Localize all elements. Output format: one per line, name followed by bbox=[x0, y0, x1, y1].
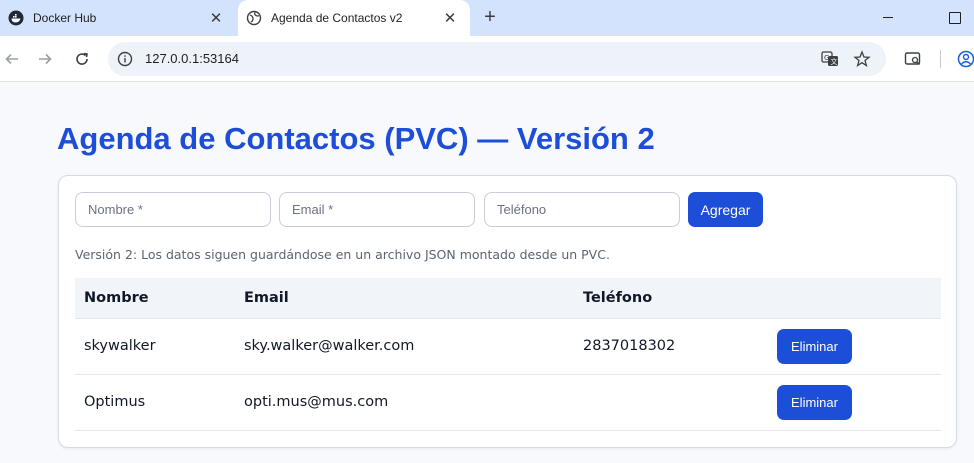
email-input[interactable] bbox=[279, 192, 475, 227]
contact-email: opti.mus@mus.com bbox=[244, 394, 389, 410]
page-title: Agenda de Contactos (PVC) — Versión 2 bbox=[57, 121, 655, 156]
docker-icon bbox=[8, 10, 24, 26]
toolbar-divider bbox=[940, 50, 941, 68]
reload-icon[interactable] bbox=[70, 47, 94, 71]
delete-button[interactable]: Eliminar bbox=[777, 329, 852, 364]
profile-icon[interactable] bbox=[956, 49, 974, 69]
header-email: Email bbox=[244, 290, 289, 306]
tab-agenda[interactable]: Agenda de Contactos v2 ✕ bbox=[238, 0, 470, 36]
header-phone: Teléfono bbox=[583, 290, 653, 306]
browser-tab-bar: Docker Hub ✕ Agenda de Contactos v2 ✕ + bbox=[0, 0, 974, 36]
tab-title: Agenda de Contactos v2 bbox=[271, 11, 403, 25]
address-bar[interactable]: 127.0.0.1:53164 G文 bbox=[108, 42, 886, 76]
table-header: Nombre Email Teléfono bbox=[75, 278, 941, 319]
globe-icon bbox=[246, 10, 262, 26]
delete-button[interactable]: Eliminar bbox=[777, 385, 852, 420]
site-info-icon[interactable] bbox=[117, 51, 133, 67]
table-row: Optimus opti.mus@mus.com Eliminar bbox=[75, 375, 941, 431]
new-tab-icon[interactable]: + bbox=[479, 6, 501, 28]
name-input[interactable] bbox=[75, 192, 271, 227]
tab-title: Docker Hub bbox=[33, 11, 97, 25]
close-tab-icon[interactable]: ✕ bbox=[206, 8, 226, 28]
table-row: skywalker sky.walker@walker.com 28370183… bbox=[75, 319, 941, 375]
back-icon[interactable] bbox=[0, 47, 24, 71]
search-tabs-icon[interactable] bbox=[903, 49, 923, 69]
contact-name: Optimus bbox=[84, 394, 146, 410]
contact-phone: 2837018302 bbox=[583, 338, 676, 354]
svg-text:G: G bbox=[824, 54, 829, 62]
contacts-table: Nombre Email Teléfono skywalker sky.walk… bbox=[75, 278, 941, 431]
minimize-icon[interactable] bbox=[878, 8, 898, 28]
header-name: Nombre bbox=[84, 290, 149, 306]
forward-icon[interactable] bbox=[33, 47, 57, 71]
phone-input[interactable] bbox=[484, 192, 680, 227]
version-note: Versión 2: Los datos siguen guardándose … bbox=[75, 247, 610, 262]
page-content: Agenda de Contactos (PVC) — Versión 2 Ag… bbox=[0, 83, 974, 463]
browser-toolbar: 127.0.0.1:53164 G文 bbox=[0, 36, 974, 82]
add-contact-button[interactable]: Agregar bbox=[688, 192, 763, 227]
close-tab-icon[interactable]: ✕ bbox=[440, 8, 460, 28]
contacts-card: Agregar Versión 2: Los datos siguen guar… bbox=[58, 175, 957, 448]
translate-icon[interactable]: G文 bbox=[821, 50, 839, 68]
contact-name: skywalker bbox=[84, 338, 156, 354]
svg-text:文: 文 bbox=[831, 57, 838, 66]
tab-docker-hub[interactable]: Docker Hub ✕ bbox=[0, 0, 236, 36]
url-text: 127.0.0.1:53164 bbox=[145, 51, 239, 66]
maximize-icon[interactable] bbox=[944, 8, 964, 28]
contact-email: sky.walker@walker.com bbox=[244, 338, 415, 354]
bookmark-star-icon[interactable] bbox=[853, 50, 871, 68]
